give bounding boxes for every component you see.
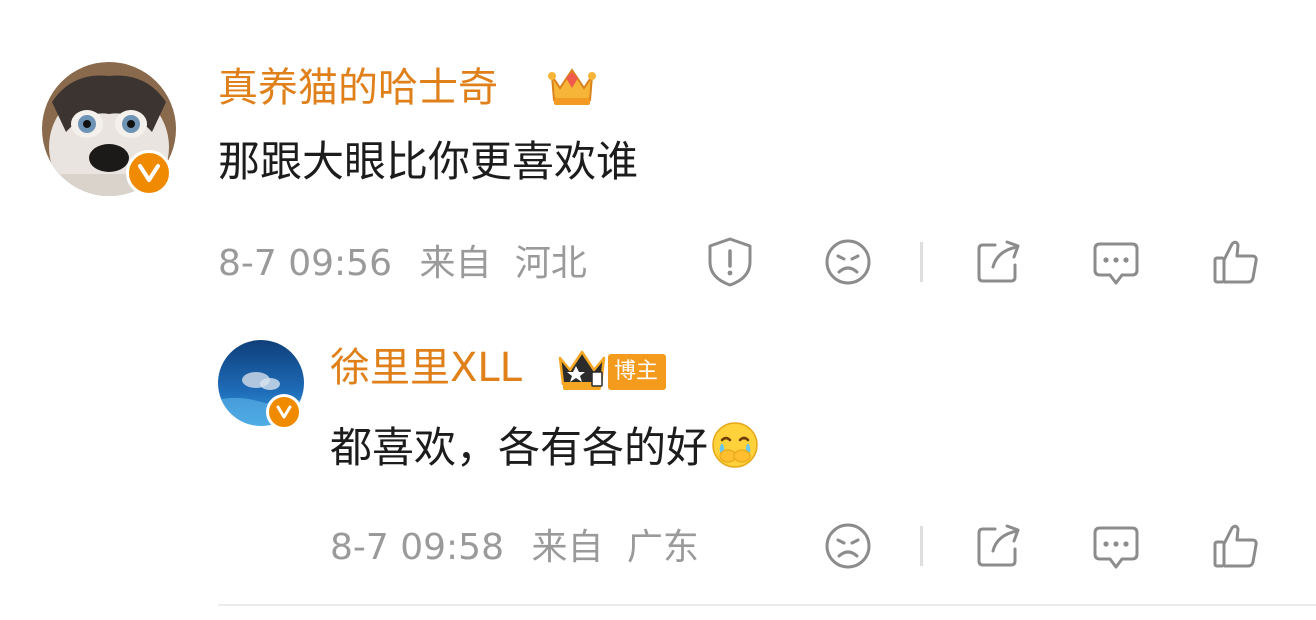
reply-location: 广东	[626, 527, 699, 568]
verified-badge-icon	[126, 150, 172, 196]
reply-text-body: 都喜欢，各有各的好	[330, 423, 709, 472]
reply-meta: 8-7 09:58 来自 广东	[330, 526, 699, 570]
blogger-badge: 博主	[608, 354, 667, 390]
share-icon[interactable]	[970, 234, 1026, 290]
reply-like-icon[interactable]	[1208, 518, 1264, 574]
reply-username[interactable]: 徐里里XLL	[330, 344, 522, 392]
reply-from-label: 来自	[531, 527, 604, 568]
crown-icon	[546, 58, 598, 114]
bottom-divider	[218, 604, 1316, 606]
report-icon[interactable]	[702, 234, 758, 290]
action-divider	[920, 242, 923, 282]
crying-emoji-icon	[710, 420, 760, 482]
comment-meta: 8-7 09:56 来自 河北	[218, 242, 587, 286]
comment-username[interactable]: 真养猫的哈士奇	[218, 64, 498, 112]
verified-badge-icon	[266, 394, 302, 430]
comment-date: 8-7 09:56	[218, 243, 392, 284]
comment-location: 河北	[514, 243, 587, 284]
comment-from-label: 来自	[419, 243, 492, 284]
reply-dislike-icon[interactable]	[820, 518, 876, 574]
reply-date: 8-7 09:58	[330, 527, 504, 568]
like-icon[interactable]	[1208, 234, 1264, 290]
dislike-icon[interactable]	[820, 234, 876, 290]
comment-icon[interactable]	[1088, 234, 1144, 290]
reply-comment-icon[interactable]	[1088, 518, 1144, 574]
blogger-crown-icon	[556, 346, 608, 396]
reply-share-icon[interactable]	[970, 518, 1026, 574]
comment-text: 那跟大眼比你更喜欢谁	[218, 137, 639, 186]
reply-text: 都喜欢，各有各的好	[330, 420, 760, 482]
reply-action-divider	[920, 526, 923, 566]
